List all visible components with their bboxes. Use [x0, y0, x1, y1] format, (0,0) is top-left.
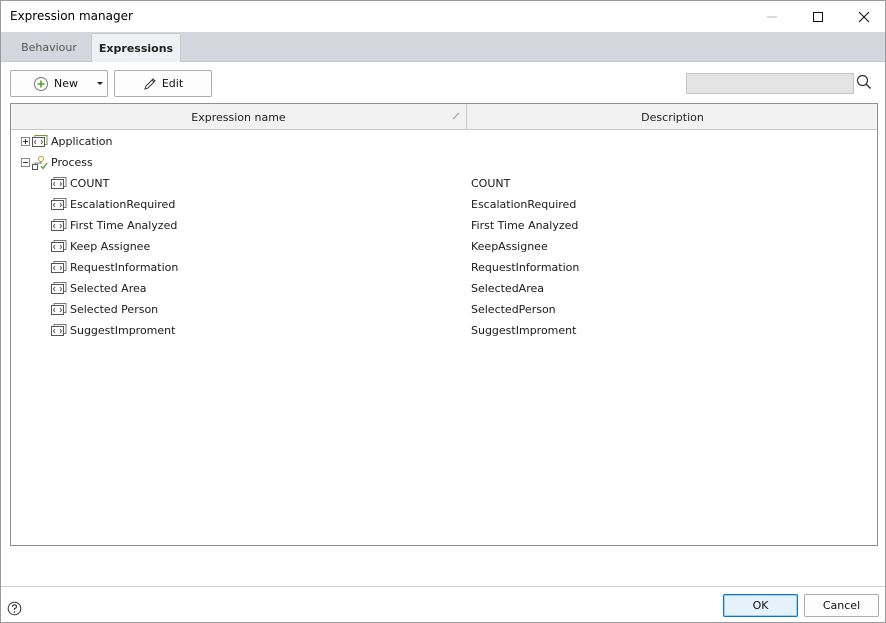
- expression-grid: Expression name Description Application: [10, 103, 878, 546]
- new-button[interactable]: New: [10, 70, 108, 97]
- minimize-button[interactable]: [749, 1, 795, 32]
- pencil-icon: [144, 77, 156, 90]
- expression-description: SelectedArea: [471, 282, 544, 295]
- table-row[interactable]: Keep Assignee KeepAssignee: [11, 236, 877, 257]
- cancel-button[interactable]: Cancel: [804, 594, 879, 617]
- title-bar: Expression manager: [1, 1, 885, 32]
- close-icon: [858, 11, 870, 22]
- expression-icon: [51, 239, 67, 252]
- tree-group-process[interactable]: Process: [11, 152, 877, 173]
- column-header-description[interactable]: Description: [468, 104, 877, 130]
- expression-name: EscalationRequired: [70, 198, 176, 211]
- expression-name: First Time Analyzed: [70, 219, 178, 232]
- chevron-down-icon[interactable]: [96, 78, 104, 88]
- expression-description: First Time Analyzed: [471, 219, 579, 232]
- expression-name: Selected Person: [70, 303, 159, 316]
- tab-expressions[interactable]: Expressions: [91, 33, 181, 62]
- expression-description: COUNT: [471, 177, 511, 190]
- new-button-label: New: [54, 77, 78, 90]
- grid-header: Expression name Description: [11, 104, 877, 130]
- expression-name: SuggestImproment: [70, 324, 176, 337]
- maximize-icon: [813, 11, 823, 22]
- edit-button[interactable]: Edit: [114, 70, 212, 97]
- ok-button[interactable]: OK: [723, 594, 798, 617]
- expression-folder-icon: [32, 134, 48, 147]
- expression-name: Keep Assignee: [70, 240, 151, 253]
- minimize-icon: [767, 16, 777, 17]
- column-header-expression-name[interactable]: Expression name: [11, 104, 467, 130]
- expression-icon: [51, 281, 67, 294]
- expression-icon: [51, 260, 67, 273]
- expression-icon: [51, 302, 67, 315]
- tab-behaviour[interactable]: Behaviour: [8, 33, 90, 62]
- collapse-icon[interactable]: [21, 158, 30, 167]
- expression-name: RequestInformation: [70, 261, 179, 274]
- edit-button-label: Edit: [161, 77, 184, 90]
- expand-icon[interactable]: [21, 137, 30, 146]
- tree-group-application[interactable]: Application: [11, 131, 877, 152]
- expression-icon: [51, 176, 67, 189]
- expression-manager-window: Expression manager Behaviour Expressions…: [0, 0, 886, 623]
- maximize-button[interactable]: [795, 1, 841, 32]
- expression-icon: [51, 197, 67, 210]
- expression-description: SelectedPerson: [471, 303, 556, 316]
- search-icon[interactable]: [856, 74, 872, 90]
- expression-name: COUNT: [70, 177, 110, 190]
- process-icon: [32, 155, 48, 170]
- expression-description: RequestInformation: [471, 261, 580, 274]
- toolbar: New Edit: [1, 62, 885, 102]
- search-input[interactable]: [686, 73, 854, 94]
- tree-group-label: Process: [51, 156, 93, 169]
- tab-strip: Behaviour Expressions: [1, 32, 885, 62]
- close-button[interactable]: [841, 1, 886, 32]
- sort-icon: [452, 112, 460, 120]
- table-row[interactable]: Selected Person SelectedPerson: [11, 299, 877, 320]
- help-icon[interactable]: [7, 601, 22, 616]
- table-row[interactable]: First Time Analyzed First Time Analyzed: [11, 215, 877, 236]
- expression-icon: [51, 218, 67, 231]
- expression-description: EscalationRequired: [471, 198, 577, 211]
- add-circle-icon: [34, 76, 48, 91]
- expression-description: SuggestImproment: [471, 324, 577, 337]
- table-row[interactable]: Selected Area SelectedArea: [11, 278, 877, 299]
- tree-group-label: Application: [51, 135, 113, 148]
- table-row[interactable]: RequestInformation RequestInformation: [11, 257, 877, 278]
- table-row[interactable]: SuggestImproment SuggestImproment: [11, 320, 877, 341]
- table-row[interactable]: COUNT COUNT: [11, 173, 877, 194]
- expression-name: Selected Area: [70, 282, 147, 295]
- footer-divider: [1, 586, 885, 587]
- table-row[interactable]: EscalationRequired EscalationRequired: [11, 194, 877, 215]
- expression-icon: [51, 323, 67, 336]
- window-title: Expression manager: [10, 9, 133, 23]
- expression-description: KeepAssignee: [471, 240, 548, 253]
